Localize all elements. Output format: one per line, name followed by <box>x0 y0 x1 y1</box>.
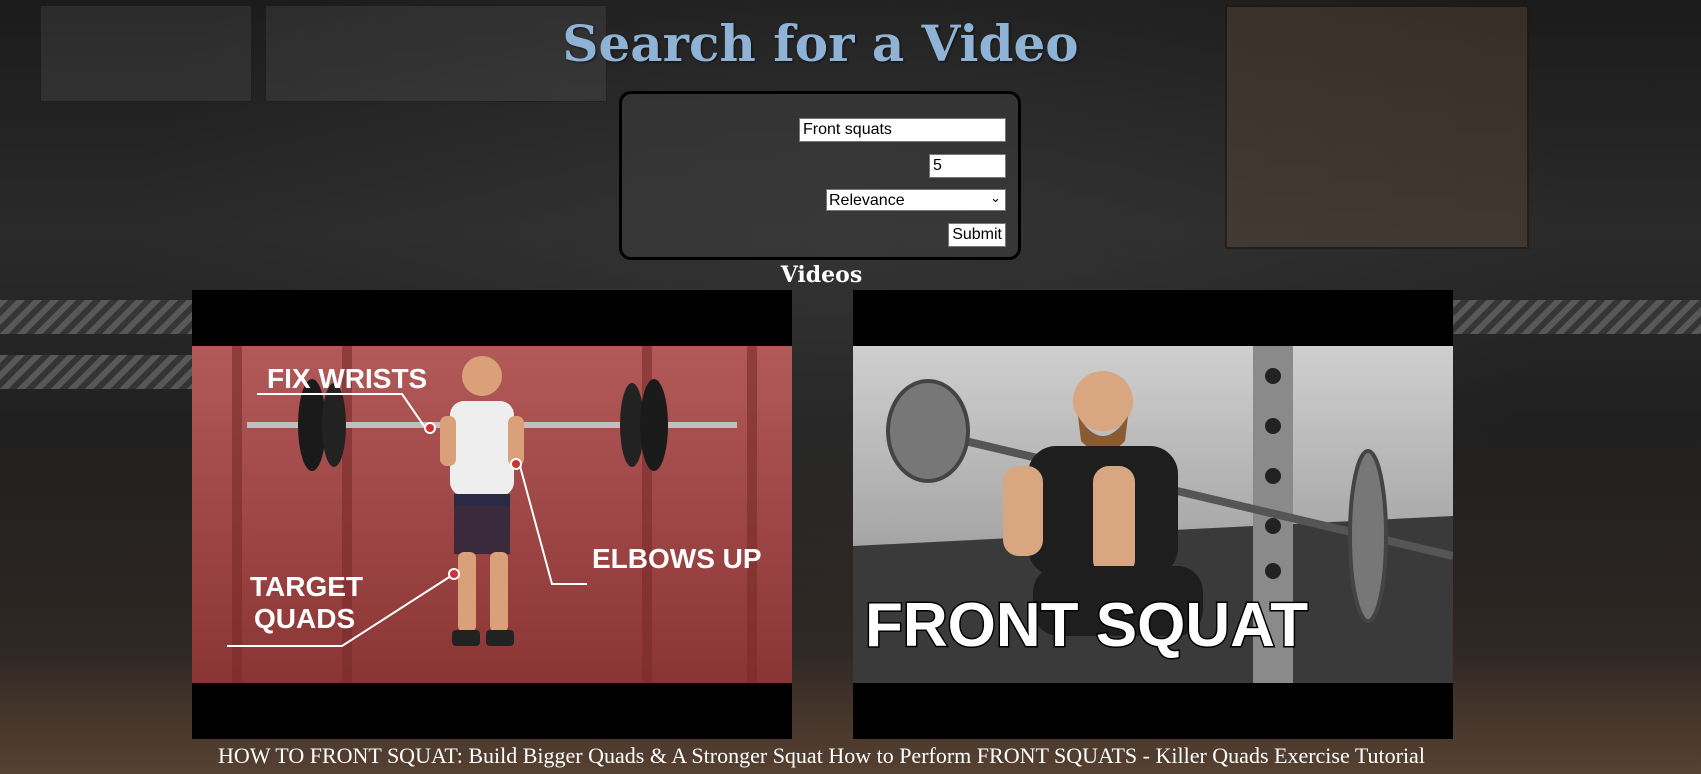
thumbnail-label: FIX WRISTS <box>267 363 427 394</box>
result-count-input[interactable] <box>929 154 1006 178</box>
search-form: Relevance ⌄ Submit <box>619 91 1021 260</box>
thumbnail-label: FRONT SQUAT <box>865 591 1308 660</box>
order-select[interactable]: Relevance <box>826 189 1006 211</box>
thumbnail-illustration-2: FRONT SQUAT <box>853 346 1453 683</box>
search-query-input[interactable] <box>799 118 1006 142</box>
thumbnail-label: ELBOWS UP <box>592 543 762 574</box>
video-thumbnail-2: FRONT SQUAT <box>853 346 1453 683</box>
video-captions: HOW TO FRONT SQUAT: Build Bigger Quads &… <box>0 743 1643 769</box>
background-rope <box>0 355 192 389</box>
thumbnail-label: TARGET <box>250 571 363 602</box>
video-title-1: HOW TO FRONT SQUAT: Build Bigger Quads &… <box>218 743 823 768</box>
thumbnail-illustration-1: FIX WRISTS ELBOWS UP TARGET QUADS <box>227 346 762 683</box>
background-rope <box>0 300 192 334</box>
videos-heading: Videos <box>780 262 863 288</box>
video-player-1[interactable]: FIX WRISTS ELBOWS UP TARGET QUADS <box>192 290 792 739</box>
thumbnail-label: QUADS <box>254 603 355 634</box>
submit-button[interactable]: Submit <box>948 223 1006 247</box>
video-thumbnail-1: FIX WRISTS ELBOWS UP TARGET QUADS <box>192 346 792 683</box>
video-title-2: How to Perform FRONT SQUATS - Killer Qua… <box>828 743 1425 768</box>
page-title: Search for a Video <box>562 14 1079 73</box>
video-player-2[interactable]: FRONT SQUAT <box>853 290 1453 739</box>
background-rope <box>1453 300 1701 334</box>
